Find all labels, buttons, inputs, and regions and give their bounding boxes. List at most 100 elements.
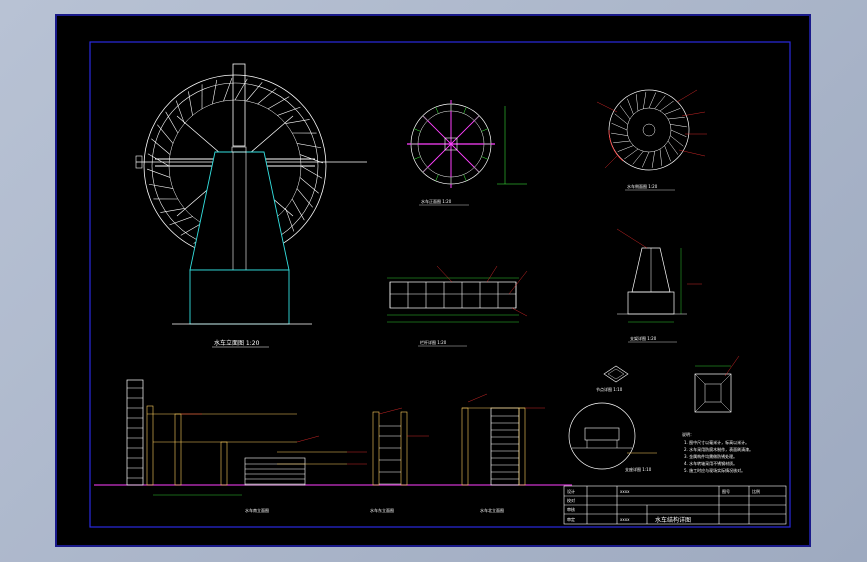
side-paddle <box>654 95 666 109</box>
paddle <box>300 165 323 179</box>
tb-cell-2: xxxx <box>620 517 630 522</box>
leader <box>436 265 453 283</box>
waterwheel-elevation-caption: 水车立面图 1:20 <box>214 339 260 347</box>
side-paddle <box>668 116 685 120</box>
pier-detail-caption: 支架详图 1:20 <box>630 335 657 341</box>
front-tick <box>474 167 480 173</box>
leader <box>486 265 498 283</box>
side-paddle <box>648 92 657 109</box>
side-paddle <box>627 98 634 115</box>
side-paddle <box>611 122 628 131</box>
rail-detail-view: 栏杆详图 1:20 <box>387 265 528 347</box>
paddle <box>148 183 174 189</box>
front-tick <box>435 106 439 114</box>
leader <box>508 270 528 295</box>
side-paddle <box>613 140 630 144</box>
tb-row-3: 审核 <box>567 506 575 512</box>
side-paddle <box>664 108 681 115</box>
front-tick <box>481 128 489 132</box>
round-detail-caption: 支座详图 1:10 <box>625 466 652 472</box>
cap-detail-view <box>694 355 740 413</box>
front-tick <box>422 115 428 121</box>
notes-heading: 说明： <box>682 431 694 437</box>
side-paddle <box>635 94 639 111</box>
note-line-4: 4. 水车转轴采用不锈钢材质。 <box>684 460 737 466</box>
note-line-1: 1. 图中尺寸以毫米计，标高以米计。 <box>684 439 749 445</box>
paddle <box>234 78 248 101</box>
front-tick <box>481 156 489 160</box>
leader <box>596 101 618 113</box>
side-paddle <box>670 129 687 138</box>
notes-block: 说明： 1. 图中尺寸以毫米计，标高以米计。 2. 水车采用防腐木制作，表面刷清… <box>682 431 753 473</box>
front-tick <box>435 174 439 182</box>
note-line-5: 5. 施工时应与现场实际情况核对。 <box>684 467 745 473</box>
paddle <box>147 153 170 167</box>
note-line-2: 2. 水车采用防腐木制作，表面刷清漆。 <box>684 446 753 452</box>
elev-b-caption: 水车东立面图 <box>370 507 394 513</box>
bottom-elevations: 水车南立面图 水车东立面图 水车北立面图 <box>94 379 572 513</box>
rail-detail-caption: 栏杆详图 1:20 <box>420 339 447 345</box>
side-paddle <box>614 113 628 125</box>
side-paddle <box>664 145 671 162</box>
plate-detail-view: 节点详图 1:10 <box>596 365 629 392</box>
paddle <box>212 79 218 105</box>
paddle <box>223 77 233 102</box>
paddle <box>175 100 185 124</box>
paddle <box>291 198 305 221</box>
side-paddle <box>651 151 655 168</box>
wheel-front-caption: 水车正面图 1:20 <box>421 198 452 204</box>
side-paddle <box>619 105 631 120</box>
round-detail-view: 支座详图 1:10 <box>568 402 657 472</box>
side-paddle <box>670 135 684 147</box>
drawing-sheet: 水车立面图 1:20 水车正面图 1:20 水车侧面图 1:20 栏杆详图 1:… <box>55 14 811 547</box>
leader <box>378 407 403 415</box>
elev-a-caption: 水车南立面图 <box>245 507 269 513</box>
note-line-3: 3. 金属构件均需做防锈处理。 <box>684 453 737 459</box>
leader <box>676 89 698 103</box>
side-paddle <box>659 100 674 112</box>
paddle <box>165 111 179 134</box>
elev-c-caption: 水车北立面图 <box>480 507 504 513</box>
front-tick <box>463 174 467 182</box>
cad-drawing: 水车立面图 1:20 水车正面图 1:20 水车侧面图 1:20 栏杆详图 1:… <box>89 41 791 528</box>
wheel-front-view: 水车正面图 1:20 <box>407 100 527 206</box>
leader <box>296 435 320 443</box>
paddle <box>257 88 277 105</box>
waterwheel-elevation-view: 水车立面图 1:20 <box>135 63 367 348</box>
paddle <box>267 96 290 110</box>
tb-row-1: 设计 <box>567 488 575 494</box>
tb-cell-1: xxxx <box>620 489 630 494</box>
tb-row-2: 校对 <box>567 497 575 503</box>
tb-cell-4: 比例 <box>752 488 760 494</box>
tb-cell-3: 图号 <box>722 488 730 494</box>
side-paddle <box>611 132 628 136</box>
side-paddle <box>617 145 634 152</box>
front-tick <box>422 167 428 173</box>
side-paddle <box>624 148 639 160</box>
plate-detail-caption: 节点详图 1:10 <box>596 386 623 392</box>
paddle <box>157 124 174 144</box>
front-tick <box>463 106 467 114</box>
wheel-side-view: 水车侧面图 1:20 <box>596 89 707 191</box>
paddle <box>169 216 193 226</box>
pier-detail-view: 支架详图 1:20 <box>616 228 702 343</box>
front-tick <box>413 156 421 160</box>
side-paddle <box>659 149 663 166</box>
leader <box>604 155 618 169</box>
tb-row-4: 审定 <box>567 516 575 522</box>
side-paddle <box>632 151 644 165</box>
front-tick <box>474 115 480 121</box>
side-paddle <box>670 124 687 128</box>
wheel-side-caption: 水车侧面图 1:20 <box>627 183 658 189</box>
drawing-title: 水车结构详图 <box>655 516 691 524</box>
paddle <box>296 188 313 208</box>
paddle <box>285 208 295 232</box>
paddle <box>146 168 171 178</box>
leader <box>467 393 488 403</box>
side-paddle <box>641 151 650 168</box>
front-tick <box>413 128 421 132</box>
leader <box>678 149 706 157</box>
paddle <box>277 106 301 116</box>
side-paddle <box>667 140 679 155</box>
side-paddle <box>643 92 647 109</box>
